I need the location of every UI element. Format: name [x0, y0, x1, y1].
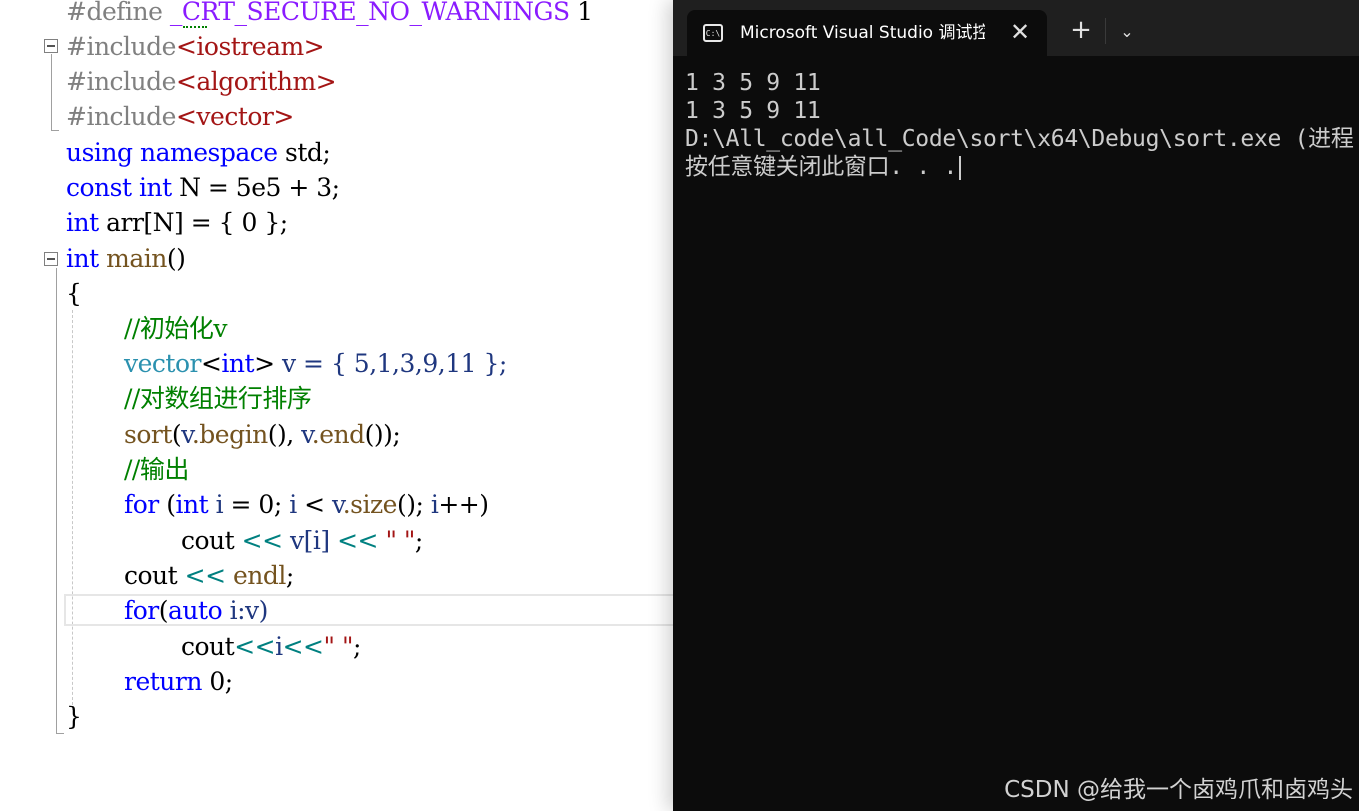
code-line-define: #define _CRT_SECURE_NO_WARNINGS 1 [66, 0, 593, 26]
code-line-cout-endl: cout << endl; [124, 561, 294, 590]
code-line-comment-init: //初始化v [124, 314, 227, 343]
output-line: 1 3 5 9 11 [685, 70, 821, 96]
watermark: CSDN @给我一个卤鸡爪和卤鸡头 [1004, 777, 1353, 803]
code-line-using: using namespace std; [66, 138, 331, 167]
debug-console-window[interactable]: C:\ Microsoft Visual Studio 调试控制台 ✕ + ⌄ … [673, 0, 1359, 811]
titlebar-divider [1105, 18, 1106, 44]
chevron-down-icon[interactable]: ⌄ [1115, 18, 1139, 46]
code-line-cout-vi: cout << v[i] << " "; [181, 526, 423, 555]
fold-line-main [56, 268, 57, 733]
code-line-main: int main() [66, 244, 186, 273]
squiggle-underline [183, 22, 207, 28]
code-editor[interactable]: #define _CRT_SECURE_NO_WARNINGS 1 #inclu… [0, 0, 690, 811]
code-line-open-brace: { [66, 279, 82, 308]
collapse-includes-icon[interactable] [44, 39, 58, 53]
prompt-text: 按任意键关闭此窗口. . . [685, 154, 958, 180]
code-line-comment-output: //输出 [124, 455, 189, 484]
text-cursor [959, 155, 962, 180]
code-line-cout-i: cout<<i<<" "; [181, 632, 361, 661]
output-line: 1 3 5 9 11 [685, 98, 821, 124]
close-tab-button[interactable]: ✕ [1007, 20, 1033, 46]
code-line-comment-sort: //对数组进行排序 [124, 384, 312, 413]
console-output[interactable]: 1 3 5 9 11 1 3 5 9 11 D:\All_code\all_Co… [673, 56, 1359, 811]
title-bar[interactable]: C:\ Microsoft Visual Studio 调试控制台 ✕ + ⌄ [673, 0, 1359, 56]
console-icon: C:\ [703, 24, 723, 42]
code-line-vector-decl: vector<int> v = { 5,1,3,9,11 }; [124, 349, 507, 378]
collapse-main-icon[interactable] [44, 252, 58, 266]
code-line-return: return 0; [124, 667, 233, 696]
code-line-for-range: for(auto i:v) [124, 596, 268, 625]
output-line-prompt: 按任意键关闭此窗口. . . [685, 153, 962, 181]
fold-line-includes [51, 54, 52, 130]
new-tab-button[interactable]: + [1067, 16, 1095, 44]
code-line-for-index: for (int i = 0; i < v.size(); i++) [124, 490, 489, 519]
tab-title: Microsoft Visual Studio 调试控制台 [740, 23, 985, 43]
code-line-const: const int N = 5e5 + 3; [66, 173, 340, 202]
console-tab[interactable]: C:\ Microsoft Visual Studio 调试控制台 ✕ [687, 10, 1047, 56]
code-line-close-brace: } [66, 702, 82, 731]
code-line-include-algorithm: #include<algorithm> [66, 67, 337, 96]
code-line-arr: int arr[N] = { 0 }; [66, 208, 288, 237]
code-line-include-vector: #include<vector> [66, 102, 294, 131]
output-line: D:\All_code\all_Code\sort\x64\Debug\sort… [685, 126, 1359, 152]
indent-guide [72, 310, 73, 710]
code-line-include-iostream: #include<iostream> [66, 32, 325, 61]
code-line-sort: sort(v.begin(), v.end()); [124, 420, 401, 449]
